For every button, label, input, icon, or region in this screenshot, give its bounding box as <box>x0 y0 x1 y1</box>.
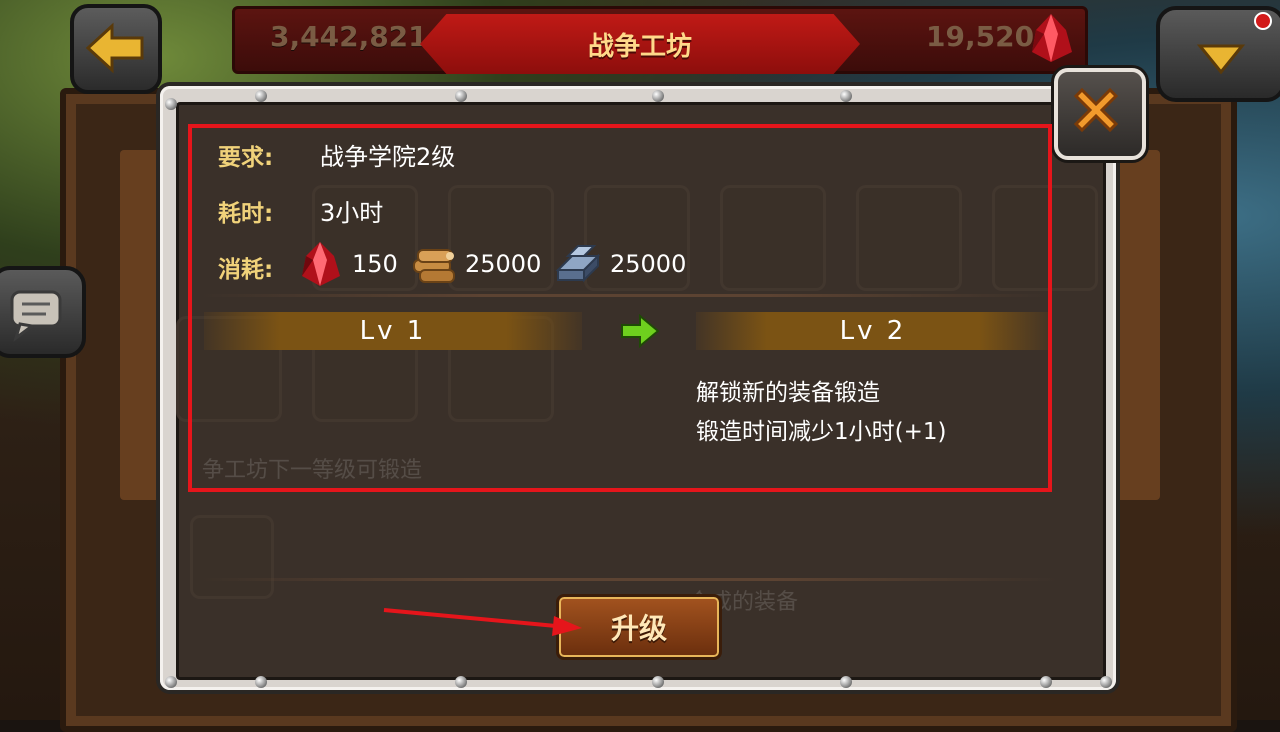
back-button[interactable] <box>70 4 162 94</box>
highlight-box <box>188 124 1052 492</box>
chat-button[interactable] <box>0 266 86 358</box>
rivet <box>165 98 177 110</box>
page-title: 战争工坊 <box>587 31 692 62</box>
rivet <box>165 676 177 688</box>
notification-dot <box>1254 12 1272 30</box>
gold-amount: 3,442,821 <box>270 20 428 53</box>
faded-equipment-slot <box>190 515 274 599</box>
rivet <box>455 90 467 102</box>
back-arrow-icon <box>85 22 144 74</box>
annotation-arrow-icon <box>383 608 582 636</box>
chat-bubble-icon <box>10 290 62 342</box>
rivet <box>455 676 467 688</box>
red-crystal-icon <box>1032 14 1072 62</box>
rivet <box>255 676 267 688</box>
rivet <box>255 90 267 102</box>
rivet <box>652 676 664 688</box>
rivet <box>840 676 852 688</box>
background-plank <box>1110 150 1160 500</box>
gem-amount: 19,520 <box>926 20 1035 53</box>
divider <box>200 578 1060 581</box>
rivet <box>1100 676 1112 688</box>
close-icon <box>1073 87 1119 133</box>
rivet <box>652 90 664 102</box>
rivet <box>840 90 852 102</box>
upgrade-button-label: 升级 <box>610 612 667 645</box>
rivet <box>1040 676 1052 688</box>
